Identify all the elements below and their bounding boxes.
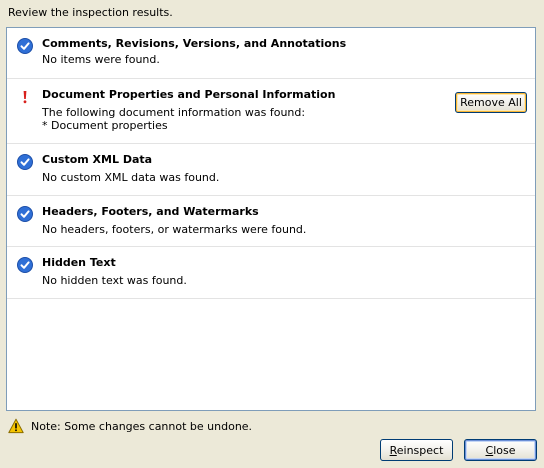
check-icon (17, 38, 33, 54)
result-title: Comments, Revisions, Versions, and Annot… (42, 37, 347, 50)
reinspect-label: einspect (396, 443, 444, 457)
result-title: Document Properties and Personal Informa… (42, 88, 336, 101)
result-detail: No hidden text was found. (42, 274, 187, 287)
inspection-results-list[interactable]: Comments, Revisions, Versions, and Annot… (6, 27, 536, 411)
result-detail: No headers, footers, or watermarks were … (42, 223, 307, 236)
result-detail: No custom XML data was found. (42, 171, 220, 184)
warning-icon (8, 418, 24, 434)
undo-note-text: Note: Some changes cannot be undone. (31, 420, 253, 433)
check-icon (17, 206, 33, 222)
result-title: Custom XML Data (42, 153, 153, 166)
result-detail-item: * Document properties (42, 119, 168, 132)
check-icon (17, 154, 33, 170)
result-row-hidden-text: Hidden Text No hidden text was found. (7, 247, 535, 299)
close-button[interactable]: Close (464, 439, 537, 461)
result-detail: No items were found. (42, 53, 160, 66)
result-title: Hidden Text (42, 256, 116, 269)
result-detail: The following document information was f… (42, 106, 306, 119)
result-row-headers-footers: Headers, Footers, and Watermarks No head… (7, 196, 535, 247)
instruction-text: Review the inspection results. (8, 6, 173, 19)
result-row-comments: Comments, Revisions, Versions, and Annot… (7, 28, 535, 79)
result-row-custom-xml: Custom XML Data No custom XML data was f… (7, 144, 535, 196)
reinspect-button[interactable]: Reinspect (380, 439, 453, 461)
check-icon (17, 257, 33, 273)
result-title: Headers, Footers, and Watermarks (42, 205, 259, 218)
reinspect-mnemonic: R (389, 443, 397, 457)
close-label: lose (493, 443, 516, 457)
remove-all-button[interactable]: Remove All (455, 92, 527, 113)
exclamation-icon (17, 89, 33, 105)
